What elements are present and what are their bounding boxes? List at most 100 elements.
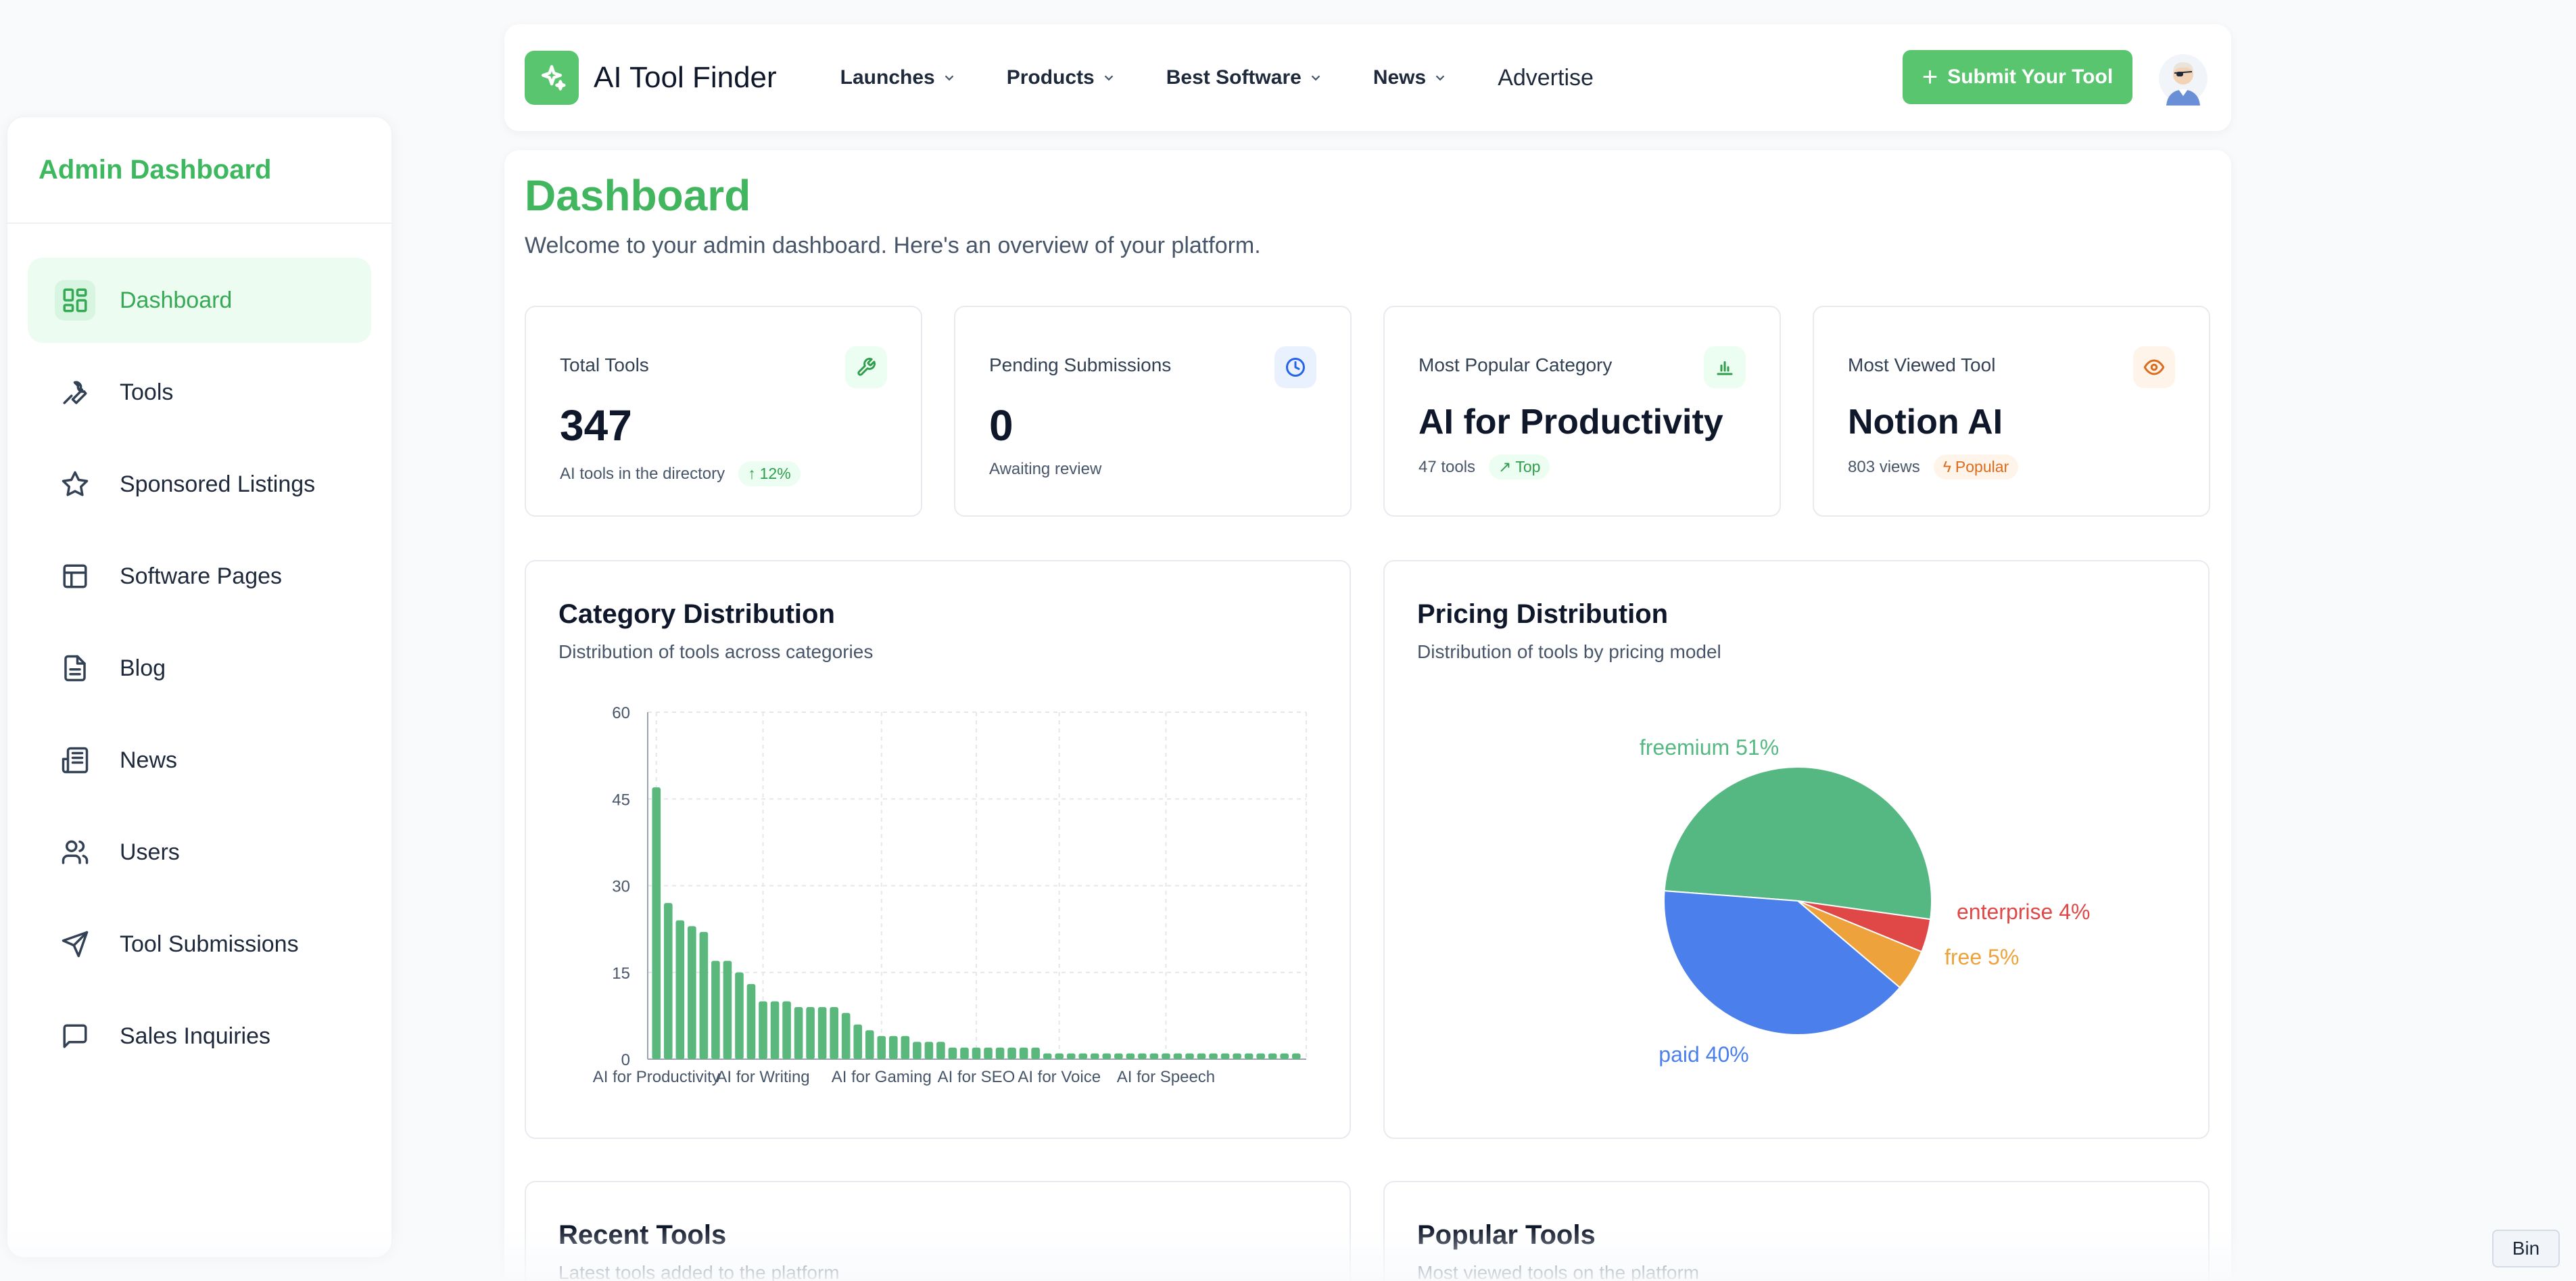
submit-tool-label: Submit Your Tool [1947,66,2114,88]
bar[interactable] [759,1001,767,1060]
bar[interactable] [877,1035,886,1059]
bar[interactable] [1185,1053,1194,1059]
bar-chart-icon [1704,346,1746,388]
bin-button[interactable]: Bin [2492,1230,2560,1267]
bar[interactable] [853,1024,863,1059]
bar[interactable] [817,1007,827,1059]
document-icon [55,648,95,689]
top-navbar: AI Tool Finder Launches Products Best So… [504,24,2231,131]
eye-icon [2133,346,2175,388]
bar[interactable] [841,1012,851,1059]
bar[interactable] [1102,1053,1112,1059]
sidebar-item-sponsored-listings[interactable]: Sponsored Listings [28,442,371,527]
bar[interactable] [913,1042,922,1059]
layout-icon [55,556,95,597]
bar[interactable] [936,1042,945,1059]
bar[interactable] [1233,1053,1241,1059]
bar[interactable] [746,983,756,1059]
bar[interactable] [1162,1053,1170,1059]
menu-products[interactable]: Products [1007,66,1116,89]
panel-subtitle: Most viewed tools on the platform [1417,1262,1700,1281]
logo-icon[interactable] [525,51,579,105]
sidebar-item-label: Software Pages [120,563,283,589]
bar[interactable] [652,787,661,1059]
bar[interactable] [1031,1047,1040,1059]
brand-name[interactable]: AI Tool Finder [594,61,777,95]
bar[interactable] [1114,1053,1123,1059]
bar[interactable] [830,1007,838,1059]
bar[interactable] [1149,1053,1159,1059]
sidebar-item-label: Users [120,839,180,865]
bar[interactable] [711,960,720,1059]
sidebar-item-label: Sponsored Listings [120,471,316,497]
y-tick-label: 0 [621,1051,630,1069]
bar[interactable] [1256,1053,1265,1059]
sidebar-item-dashboard[interactable]: Dashboard [28,258,371,343]
menu-label: Products [1006,66,1095,89]
bar[interactable] [984,1047,993,1059]
page-subtitle: Welcome to your admin dashboard. Here's … [525,233,1261,258]
bar[interactable] [1291,1053,1301,1059]
popular-tools-panel: Popular Tools Most viewed tools on the p… [1383,1181,2210,1281]
bar[interactable] [1209,1053,1218,1059]
bar[interactable] [675,920,685,1059]
bar[interactable] [1268,1053,1277,1059]
bar[interactable] [1043,1053,1052,1059]
bar[interactable] [688,926,696,1059]
submit-tool-button[interactable]: + Submit Your Tool [1903,50,2132,104]
bar[interactable] [1066,1053,1076,1059]
chevron-down-icon [1435,75,1445,81]
sidebar-item-users[interactable]: Users [28,810,371,895]
stat-foot-text: Awaiting review [989,460,1102,478]
newspaper-icon [55,740,95,781]
bar[interactable] [1197,1053,1206,1059]
bar[interactable] [1220,1053,1230,1059]
sidebar-item-software-pages[interactable]: Software Pages [28,534,371,619]
avatar[interactable] [2158,51,2208,106]
stat-foot-text: 47 tools [1418,457,1476,476]
bar[interactable] [1055,1053,1064,1059]
bar[interactable] [865,1030,874,1059]
sidebar-item-news[interactable]: News [28,718,371,803]
menu-advertise[interactable]: Advertise [1498,65,1594,91]
bar[interactable] [770,1001,780,1060]
menu-news[interactable]: News [1373,66,1448,89]
bar[interactable] [806,1007,815,1059]
bar[interactable] [948,1047,957,1059]
stat-foot-text: AI tools in the directory [560,464,725,483]
bar[interactable] [1138,1053,1147,1059]
bar[interactable] [1019,1047,1028,1059]
bar[interactable] [924,1042,934,1059]
stat-foot: AI tools in the directory ↑ 12% [560,461,801,486]
bar[interactable] [888,1035,898,1059]
sidebar-item-tool-submissions[interactable]: Tool Submissions [28,902,371,987]
sidebar-item-sales-inquiries[interactable]: Sales Inquiries [28,994,371,1079]
bar[interactable] [1007,1047,1016,1059]
bar[interactable] [663,903,673,1059]
sidebar-item-blog[interactable]: Blog [28,626,371,711]
bar[interactable] [699,931,709,1059]
bar[interactable] [1090,1053,1099,1059]
bar[interactable] [1126,1053,1135,1059]
bar[interactable] [794,1007,803,1059]
bar[interactable] [723,960,732,1059]
bar[interactable] [995,1047,1005,1059]
menu-launches[interactable]: Launches [840,66,957,89]
menu-best-software[interactable]: Best Software [1166,66,1323,89]
stat-value: Notion AI [1848,402,2003,442]
bar[interactable] [782,1001,791,1060]
bar[interactable] [1173,1053,1183,1059]
bar[interactable] [735,972,744,1059]
bar[interactable] [1244,1053,1254,1059]
menu-label: News [1373,66,1427,89]
bar[interactable] [960,1047,969,1059]
bar[interactable] [1280,1053,1289,1059]
bar[interactable] [901,1035,910,1059]
pie-label: free 5% [1945,945,2019,969]
sidebar-item-tools[interactable]: Tools [28,350,371,435]
recent-tools-panel: Recent Tools Latest tools added to the p… [525,1181,1351,1281]
send-icon [55,924,95,964]
sidebar-item-label: Tools [120,379,174,405]
bar[interactable] [972,1047,981,1059]
bar[interactable] [1078,1053,1088,1059]
